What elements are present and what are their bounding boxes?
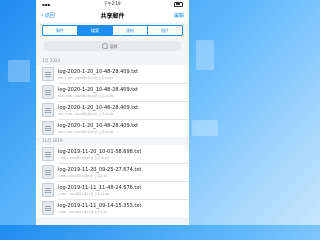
tab-links[interactable]: 連結	[113, 26, 148, 35]
file-row[interactable]: log-2019-11-11_11-48-24.676.txt 1 MB • 2…	[36, 181, 189, 199]
file-name: log-2019-11-11_09-14-15.353.txt	[58, 202, 142, 209]
file-meta: 581.7 KB • 2020年1月20日 上午10:48	[58, 93, 114, 98]
file-row[interactable]: log-2019-11-20_09-25-27.674.txt 1 MB • 2…	[36, 163, 189, 181]
chevron-left-icon: ‹	[41, 10, 44, 19]
search-icon	[101, 43, 108, 49]
file-name: log-2019-11-20_10-01-58.698.txt	[58, 148, 142, 155]
file-row[interactable]: log-2020-1-20_10-48-28.409.txt 581.7 KB …	[36, 65, 189, 83]
file-name: log-2020-1-20_10-48-28.409.txt	[58, 68, 139, 75]
status-indicators	[174, 1, 183, 7]
text-file-icon	[42, 103, 54, 117]
tab-photos[interactable]: 相片	[148, 26, 182, 35]
file-name: log-2019-11-20_09-25-27.674.txt	[58, 166, 142, 173]
back-label: 返回	[44, 12, 55, 19]
file-row[interactable]: log-2020-1-20_10-48-28.409.txt 581.7 KB …	[36, 83, 189, 101]
page-title: 共享郵件	[100, 12, 125, 20]
search-bar[interactable]	[44, 41, 181, 51]
file-name: log-2020-1-20_10-48-28.409.txt	[58, 122, 139, 129]
file-row[interactable]: log-2020-1-20_10-48-28.409.txt 581.7 KB …	[36, 101, 189, 119]
text-file-icon	[42, 183, 54, 197]
status-bar: ▪▪▪ 下午2:19	[36, 0, 189, 8]
segmented-control: 郵件 檔案 連結 相片	[42, 25, 183, 36]
background-decoration	[196, 40, 214, 70]
signal-icon: ▪▪▪	[42, 1, 51, 7]
status-time: 下午2:19	[103, 1, 121, 6]
tab-files[interactable]: 檔案	[78, 26, 113, 35]
file-name: log-2019-11-11_11-48-24.676.txt	[58, 184, 142, 191]
file-list: log-2020-1-20_10-48-28.409.txt 581.7 KB …	[36, 65, 189, 137]
text-file-icon	[42, 165, 54, 179]
edit-button[interactable]: 編輯	[174, 12, 184, 19]
text-file-icon	[42, 85, 54, 99]
section-header: 11月 2019	[36, 137, 189, 145]
text-file-icon	[42, 67, 54, 81]
file-name: log-2020-1-20_10-48-28.409.txt	[58, 104, 139, 111]
file-row[interactable]: log-2019-11-20_10-01-58.698.txt 1 MB • 2…	[36, 145, 189, 163]
phone-screen: ▪▪▪ 下午2:19 ‹ 返回 共享郵件 編輯 郵件 檔案 連結 相片 1月 2…	[36, 0, 189, 225]
section-header: 1月 2020	[36, 57, 189, 65]
file-meta: 581.7 KB • 2020年1月20日 上午10:48	[58, 111, 114, 116]
file-row[interactable]: log-2020-1-20_10-48-28.409.txt 581.7 KB …	[36, 119, 189, 137]
battery-icon	[174, 1, 183, 7]
background-decoration	[8, 60, 30, 82]
file-meta: 1 MB • 2019年11月11日 上午9:14	[58, 209, 108, 214]
background-decoration	[192, 120, 218, 136]
back-button[interactable]: ‹ 返回	[41, 10, 55, 19]
text-file-icon	[42, 201, 54, 215]
file-name: log-2020-1-20_10-48-28.409.txt	[58, 86, 139, 93]
file-meta: 1 MB • 2019年11月20日 上午9:25	[58, 173, 108, 178]
file-meta: 581.7 KB • 2020年1月20日 上午10:48	[58, 75, 114, 80]
file-list: log-2019-11-20_10-01-58.698.txt 1 MB • 2…	[36, 145, 189, 217]
file-meta: 1 MB • 2019年11月11日 上午11:48	[58, 191, 110, 196]
text-file-icon	[42, 121, 54, 135]
tab-mail[interactable]: 郵件	[43, 26, 78, 35]
file-row[interactable]: log-2019-11-11_09-14-15.353.txt 1 MB • 2…	[36, 199, 189, 217]
file-meta: 581.7 KB • 2020年1月20日 上午10:48	[58, 129, 114, 134]
text-file-icon	[42, 147, 54, 161]
file-meta: 1 MB • 2019年11月20日 上午10:01	[58, 155, 110, 160]
nav-bar: ‹ 返回 共享郵件 編輯	[36, 8, 189, 22]
search-input[interactable]	[109, 43, 124, 49]
